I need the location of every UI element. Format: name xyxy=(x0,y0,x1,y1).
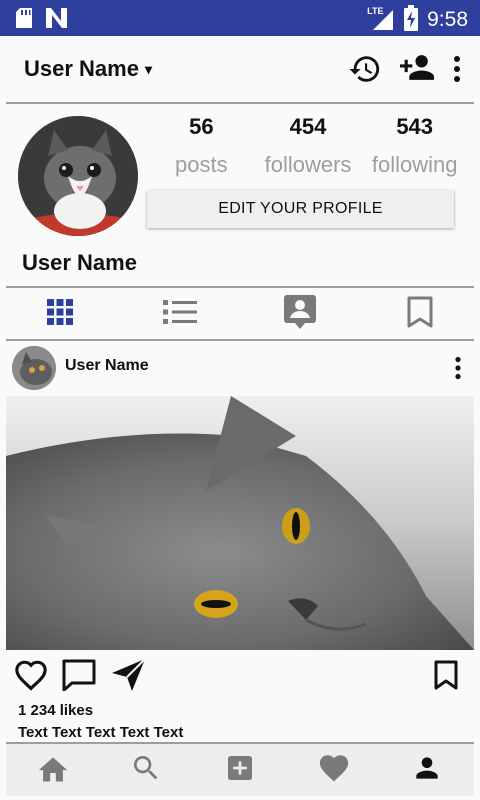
post-actions xyxy=(0,654,480,698)
add-person-icon[interactable] xyxy=(398,52,436,86)
post-username[interactable]: User Name xyxy=(65,357,149,375)
grid-icon xyxy=(46,298,74,330)
status-time: 9:58 xyxy=(427,8,468,31)
profile-section: 56 posts 454 followers 543 following EDI… xyxy=(0,106,480,286)
tabs-divider xyxy=(6,339,474,341)
stat-value: 454 xyxy=(289,114,327,139)
stat-followers[interactable]: 454 followers xyxy=(255,114,362,178)
nav-activity[interactable] xyxy=(287,744,381,796)
contact-icon xyxy=(284,295,316,333)
profile-stats: 56 posts 454 followers 543 following xyxy=(148,114,468,178)
bookmark-icon xyxy=(407,296,433,332)
tab-grid[interactable] xyxy=(0,290,120,338)
home-icon xyxy=(36,753,70,787)
post-image[interactable] xyxy=(6,396,474,650)
history-icon[interactable] xyxy=(348,52,382,86)
nav-home[interactable] xyxy=(6,744,100,796)
list-icon xyxy=(163,299,197,329)
stat-posts[interactable]: 56 posts xyxy=(148,114,255,178)
send-icon[interactable] xyxy=(110,658,146,696)
heart-icon xyxy=(317,752,351,788)
stat-following[interactable]: 543 following xyxy=(361,114,468,178)
avatar[interactable] xyxy=(18,116,138,236)
profile-name: User Name xyxy=(22,250,137,275)
search-icon xyxy=(130,752,162,788)
nav-search[interactable] xyxy=(100,744,194,796)
tab-tagged[interactable] xyxy=(240,290,360,338)
post-header: User Name xyxy=(0,342,480,394)
bookmark-icon[interactable] xyxy=(434,660,458,694)
post-caption: Text Text Text Text Text xyxy=(18,724,184,741)
header-username: User Name xyxy=(24,56,139,81)
tab-list[interactable] xyxy=(120,290,240,338)
status-bar: LTE 9:58 xyxy=(0,0,480,36)
battery-charging-icon xyxy=(403,5,419,35)
stat-label: posts xyxy=(175,152,228,177)
profile-divider xyxy=(6,286,474,288)
edit-profile-button[interactable]: EDIT YOUR PROFILE xyxy=(147,190,454,228)
more-vert-icon[interactable] xyxy=(452,55,462,83)
add-box-icon xyxy=(224,752,256,788)
signal-icon: LTE xyxy=(367,6,395,32)
stat-label: followers xyxy=(264,152,352,177)
stat-label: following xyxy=(371,152,458,177)
heart-icon[interactable] xyxy=(14,659,48,695)
likes-count[interactable]: 1 234 likes xyxy=(18,702,93,719)
app-header: User Name ▾ xyxy=(0,36,480,104)
account-switcher[interactable]: User Name ▾ xyxy=(24,56,152,82)
stat-value: 543 xyxy=(396,114,434,139)
view-tabs xyxy=(0,290,480,338)
sd-card-icon xyxy=(16,8,32,32)
person-icon xyxy=(411,752,443,788)
post-avatar[interactable] xyxy=(12,346,56,390)
bottom-nav xyxy=(6,742,474,796)
tab-saved[interactable] xyxy=(360,290,480,338)
nav-profile[interactable] xyxy=(380,744,474,796)
stat-value: 56 xyxy=(189,114,214,139)
nav-add[interactable] xyxy=(193,744,287,796)
n-notification-icon xyxy=(46,8,68,32)
chevron-down-icon: ▾ xyxy=(144,60,152,77)
comment-icon[interactable] xyxy=(62,659,96,695)
more-vert-icon[interactable] xyxy=(454,356,462,384)
header-divider xyxy=(6,102,474,104)
